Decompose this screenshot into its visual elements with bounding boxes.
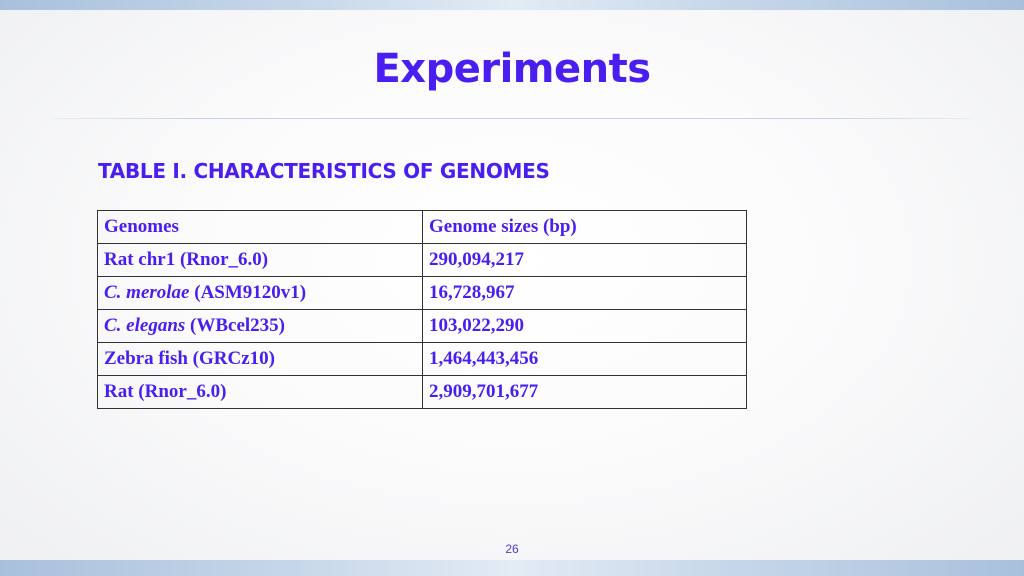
assembly-name: Rat chr1 (Rnor_6.0) xyxy=(104,249,269,270)
genome-name-cell: Zebra fish (GRCz10) xyxy=(97,342,423,376)
table-row: C. merolae (ASM9120v1) 16,728,967 xyxy=(97,276,747,310)
slide-title: Experiments xyxy=(373,46,651,92)
table-row: C. elegans (WBcel235) 103,022,290 xyxy=(97,309,747,343)
genome-size-cell: 103,022,290 xyxy=(422,309,747,343)
genome-name-cell: C. elegans (WBcel235) xyxy=(97,309,423,343)
genome-size-cell: 1,464,443,456 xyxy=(422,342,747,376)
assembly-name: Zebra fish (GRCz10) xyxy=(104,348,275,369)
top-accent-band xyxy=(0,0,1024,10)
assembly-name: (ASM9120v1) xyxy=(189,282,307,303)
genome-size-cell: 16,728,967 xyxy=(422,276,747,310)
genome-name-cell: C. merolae (ASM9120v1) xyxy=(97,276,423,310)
table-row: Zebra fish (GRCz10) 1,464,443,456 xyxy=(97,342,747,376)
genome-size-cell: 2,909,701,677 xyxy=(422,375,747,409)
assembly-name: Rat (Rnor_6.0) xyxy=(104,381,227,402)
genome-table: Genomes Genome sizes (bp) Rat chr1 (Rnor… xyxy=(97,210,747,409)
page-number: 26 xyxy=(505,542,519,556)
species-name: C. merolae xyxy=(104,282,190,303)
table-header-row: Genomes Genome sizes (bp) xyxy=(97,210,747,244)
header-genome-sizes: Genome sizes (bp) xyxy=(422,210,747,244)
table-row: Rat chr1 (Rnor_6.0) 290,094,217 xyxy=(97,243,747,277)
header-genomes: Genomes xyxy=(97,210,423,244)
genome-name-cell: Rat chr1 (Rnor_6.0) xyxy=(97,243,423,277)
table-caption: TABLE I. CHARACTERISTICS OF GENOMES xyxy=(98,159,550,183)
species-name: C. elegans xyxy=(104,315,186,336)
assembly-name: (WBcel235) xyxy=(185,315,286,336)
table-row: Rat (Rnor_6.0) 2,909,701,677 xyxy=(97,375,747,409)
genome-size-cell: 290,094,217 xyxy=(422,243,747,277)
title-divider xyxy=(52,118,972,119)
genome-name-cell: Rat (Rnor_6.0) xyxy=(97,375,423,409)
bottom-accent-band xyxy=(0,560,1024,576)
